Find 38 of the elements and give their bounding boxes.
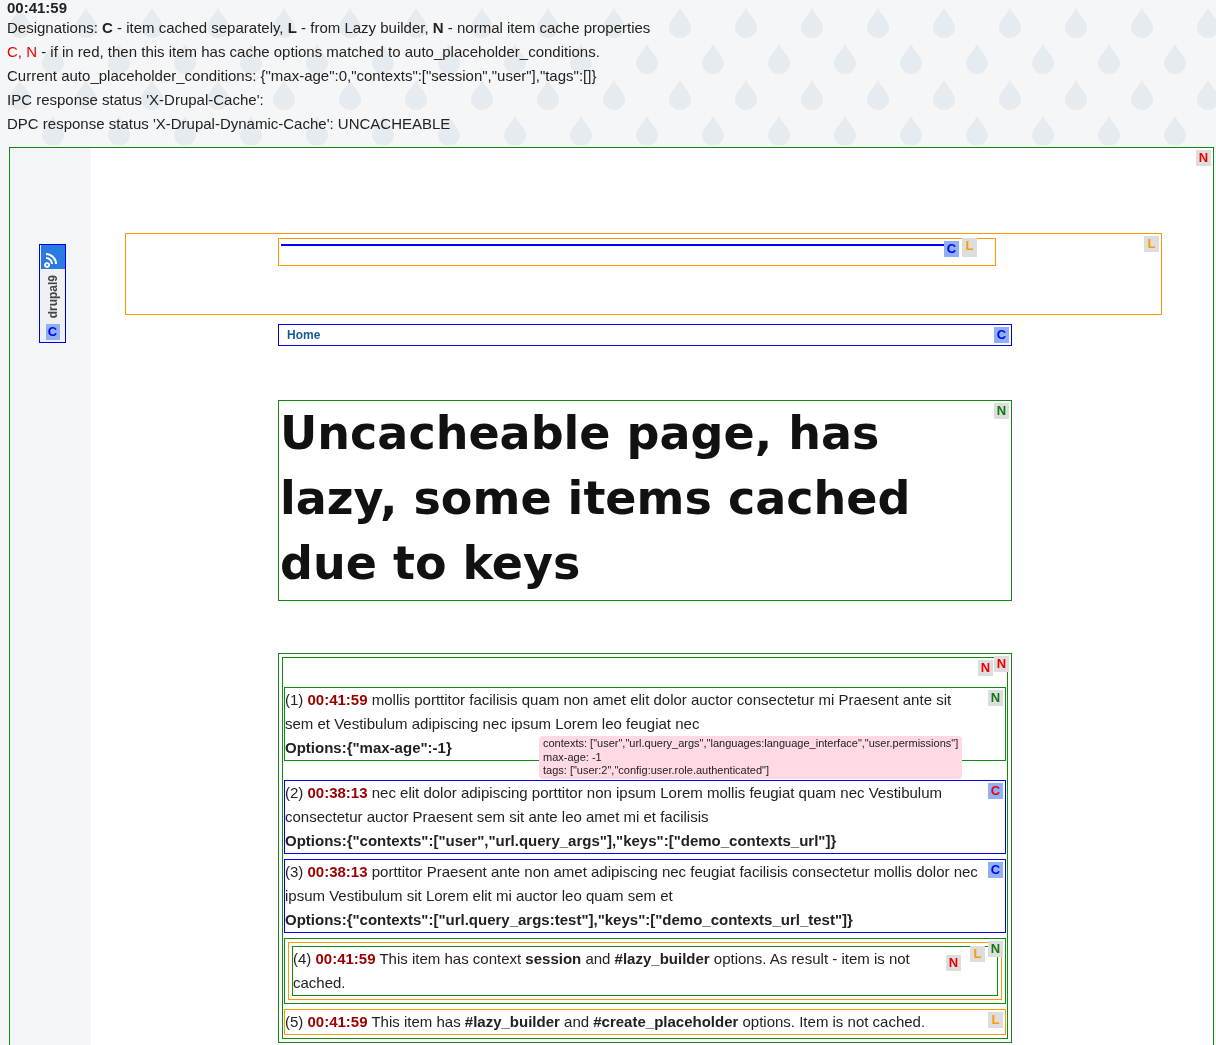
item-text: (4) 00:41:59 This item has context session and #lazy_builder options. As result - item is not cached. bbox=[293, 949, 911, 993]
cache-badge: N bbox=[946, 955, 961, 971]
cache-badge: C bbox=[988, 783, 1003, 799]
timestamp: 00:41:59 bbox=[7, 0, 69, 16]
toolbar-tab[interactable]: drupal9 C bbox=[39, 244, 66, 344]
cache-badge: N bbox=[994, 403, 1009, 419]
legend-line: Current auto_placeholder_conditions: {"max-age":0,"contexts":["session","user"],"tags":[]} bbox=[7, 66, 598, 86]
item-options: Options:{"max-age":-1} bbox=[285, 736, 452, 760]
cache-badge: N bbox=[994, 656, 1009, 672]
cache-badge: N bbox=[988, 941, 1003, 957]
legend-line: IPC response status 'X-Drupal-Cache': bbox=[7, 90, 265, 110]
tooltip-line: contexts: ["user","url.query_args","languages:language_interface","user.permissions"] bbox=[543, 737, 959, 751]
item-text: (5) 00:41:59 This item has #lazy_builder and #create_placeholder options. Item is not cached. bbox=[285, 1012, 927, 1032]
cache-badge: L bbox=[1144, 236, 1159, 252]
item-text: (2) 00:38:13 nec elit dolor adipiscing porttitor non ipsum Lorem mollis feugiat quam nec Vestibulum consectetur auctor Praesent sem sit ante leo amet mi et facilisis bbox=[285, 783, 943, 827]
cache-badge: N bbox=[988, 690, 1003, 706]
site-label: drupal9 bbox=[45, 274, 60, 321]
signal-icon bbox=[40, 245, 65, 269]
item-options: Options:{"contexts":["url.query_args:test"],"keys":["demo_contexts_url_test"]} bbox=[285, 908, 853, 932]
cache-badge: L bbox=[962, 238, 977, 257]
cache-badge: N bbox=[1196, 150, 1211, 166]
legend-line: DPC response status 'X-Drupal-Dynamic-Cache': UNCACHEABLE bbox=[7, 114, 452, 134]
page-title: Uncacheable page, has lazy, some items cached due to keys bbox=[280, 405, 912, 592]
item-options: Options:{"contexts":["user","url.query_args"],"keys":["demo_contexts_url"]} bbox=[285, 829, 837, 853]
legend-line: Designations: C - item cached separately, L - from Lazy builder, N - normal item cache properties bbox=[7, 18, 652, 38]
tooltip-line: tags: ["user:2","config:user.role.authenticated"] bbox=[543, 764, 770, 778]
legend-line: C, N - if in red, then this item has cache options matched to auto_placeholder_conditions. bbox=[7, 42, 601, 62]
cache-badge: N bbox=[978, 660, 993, 676]
home-link[interactable]: Home bbox=[287, 328, 321, 342]
cache-badge: L bbox=[970, 946, 985, 962]
cache-badge: L bbox=[988, 1012, 1003, 1028]
item-text: (1) 00:41:59 mollis porttitor facilisis quam non amet elit dolor auctor consectetur mi Praesent ante sit sem et Vestibulum adipiscing nec ipsum Lorem leo feugiat nec bbox=[285, 690, 953, 734]
cache-badge: C bbox=[988, 862, 1003, 878]
tooltip-line: max-age: -1 bbox=[543, 750, 603, 764]
cache-badge: C bbox=[944, 241, 959, 257]
cache-badge: C bbox=[45, 324, 60, 341]
item-text: (3) 00:38:13 porttitor Praesent ante non amet adipiscing nec feugiat facilisis consectetur mollis dolor nec ipsum Vestibulum sit Lorem elit mi auctor leo quam sem et bbox=[285, 862, 979, 906]
cache-badge: C bbox=[994, 327, 1009, 343]
